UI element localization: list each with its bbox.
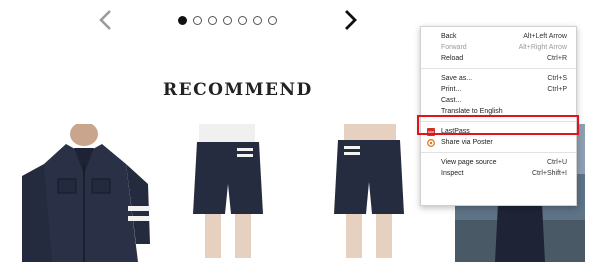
product-image-jacket[interactable] xyxy=(22,124,150,262)
menu-item-shortcut: Alt+Left Arrow xyxy=(523,33,567,40)
menu-item-cast[interactable]: Cast... xyxy=(421,95,576,106)
product-image-shorts-side[interactable] xyxy=(308,124,430,262)
product-image-shorts-back[interactable] xyxy=(167,124,289,262)
menu-item-back[interactable]: Back Alt+Left Arrow xyxy=(421,31,576,42)
menu-item-label: Translate to English xyxy=(441,108,503,115)
menu-divider xyxy=(421,68,576,69)
carousel-dots xyxy=(178,16,277,25)
menu-item-shortcut: Ctrl+P xyxy=(547,86,567,93)
menu-item-print[interactable]: Print... Ctrl+P xyxy=(421,84,576,95)
section-title: RECOMMEND xyxy=(163,80,313,100)
carousel-dot[interactable] xyxy=(193,16,202,25)
chevron-right-icon[interactable] xyxy=(340,8,360,32)
menu-item-label: Forward xyxy=(441,44,467,51)
carousel-dot[interactable] xyxy=(253,16,262,25)
menu-item-shortcut: Alt+Right Arrow xyxy=(518,44,567,51)
chevron-left-icon[interactable] xyxy=(96,8,116,32)
menu-item-shortcut: Ctrl+U xyxy=(546,159,567,166)
carousel-dot[interactable] xyxy=(223,16,232,25)
menu-item-label: Inspect xyxy=(441,170,464,177)
menu-item-view-source[interactable]: View page source Ctrl+U xyxy=(421,157,576,168)
menu-item-label: Cast... xyxy=(441,97,462,104)
carousel-dot[interactable] xyxy=(208,16,217,25)
poster-icon xyxy=(427,139,435,147)
menu-item-share-poster[interactable]: Share via Poster xyxy=(421,137,576,148)
menu-item-label: Reload xyxy=(441,55,464,62)
carousel-dot[interactable] xyxy=(178,16,187,25)
highlight-box xyxy=(417,115,579,135)
menu-divider xyxy=(421,152,576,153)
menu-item-label: Share via Poster xyxy=(441,139,493,146)
menu-item-inspect[interactable]: Inspect Ctrl+Shift+I xyxy=(421,168,576,179)
carousel-dot[interactable] xyxy=(268,16,277,25)
menu-item-save-as[interactable]: Save as... Ctrl+S xyxy=(421,73,576,84)
menu-item-label: View page source xyxy=(441,159,497,166)
menu-item-reload[interactable]: Reload Ctrl+R xyxy=(421,53,576,64)
menu-item-label: Print... xyxy=(441,86,462,93)
carousel-dot[interactable] xyxy=(238,16,247,25)
menu-item-shortcut: Ctrl+S xyxy=(547,75,567,82)
menu-item-shortcut: Ctrl+Shift+I xyxy=(531,170,567,177)
menu-item-label: Back xyxy=(441,33,457,40)
menu-item-label: Save as... xyxy=(441,75,473,82)
menu-item-forward[interactable]: Forward Alt+Right Arrow xyxy=(421,42,576,53)
menu-item-shortcut: Ctrl+R xyxy=(546,55,567,62)
